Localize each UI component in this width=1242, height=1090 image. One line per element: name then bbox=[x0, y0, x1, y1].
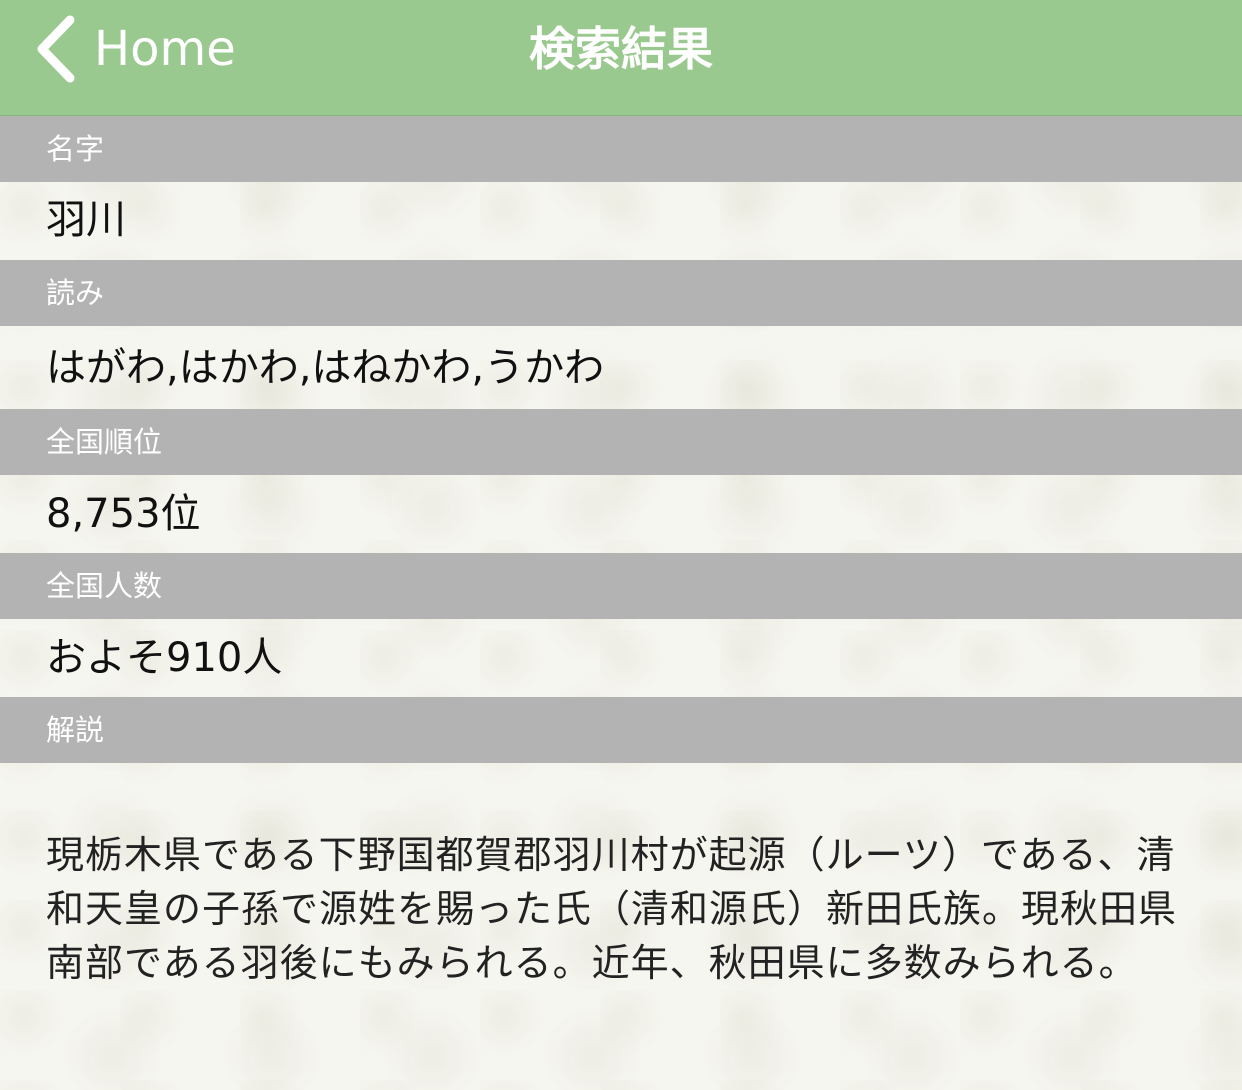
section-header-reading: 読み bbox=[0, 260, 1242, 326]
section-header-rank: 全国順位 bbox=[0, 409, 1242, 475]
population-value: およそ910人 bbox=[46, 635, 283, 681]
section-header-population: 全国人数 bbox=[0, 553, 1242, 619]
description-text: 現栃木県である下野国都賀郡羽川村が起源（ルーツ）である、清和天皇の子孫で源姓を賜… bbox=[46, 833, 1178, 985]
surname-value: 羽川 bbox=[46, 197, 126, 243]
back-button[interactable]: Home bbox=[34, 14, 236, 84]
navigation-bar: Home 検索結果 bbox=[0, 0, 1242, 116]
section-header-surname: 名字 bbox=[0, 116, 1242, 182]
back-button-label: Home bbox=[94, 21, 236, 77]
chevron-left-icon bbox=[37, 15, 75, 83]
section-header-description: 解説 bbox=[0, 697, 1242, 763]
rank-value: 8,753位 bbox=[46, 491, 201, 537]
reading-value: はがわ,はかわ,はねかわ,うかわ bbox=[46, 345, 605, 391]
